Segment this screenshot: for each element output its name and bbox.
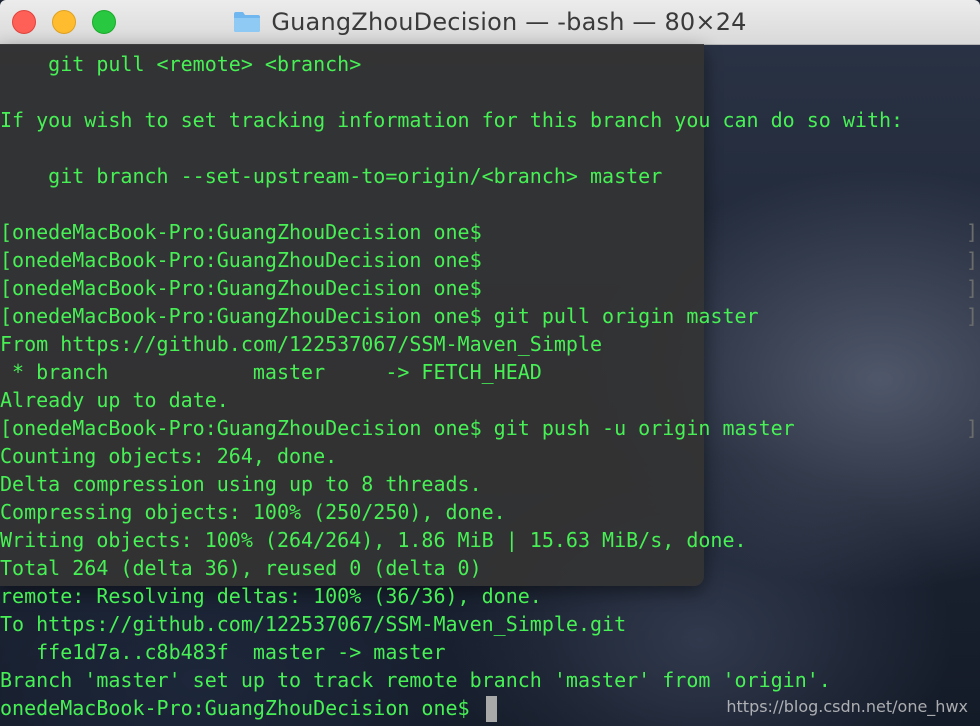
- terminal-prompt-line: [onedeMacBook-Pro:GuangZhouDecision one$…: [0, 304, 759, 328]
- terminal-line: Delta compression using up to 8 threads.: [0, 472, 482, 496]
- terminal-line: git pull <remote> <branch>: [0, 52, 362, 76]
- terminal-prompt-line: [onedeMacBook-Pro:GuangZhouDecision one$: [0, 248, 482, 272]
- line-bracket: ]: [966, 220, 979, 244]
- zoom-button[interactable]: [92, 10, 116, 34]
- close-button[interactable]: [12, 10, 36, 34]
- line-bracket: ]: [966, 248, 979, 272]
- terminal-prompt-line: [onedeMacBook-Pro:GuangZhouDecision one$: [0, 276, 482, 300]
- terminal-line: ffe1d7a..c8b483f master -> master: [0, 640, 446, 664]
- watermark: https://blog.csdn.net/one_hwx: [726, 697, 968, 716]
- line-bracket: ]: [966, 416, 979, 440]
- minimize-button[interactable]: [52, 10, 76, 34]
- terminal-line: If you wish to set tracking information …: [0, 108, 904, 132]
- text-cursor: [486, 696, 497, 722]
- terminal-line: Total 264 (delta 36), reused 0 (delta 0): [0, 556, 482, 580]
- terminal-line: Writing objects: 100% (264/264), 1.86 Mi…: [0, 528, 747, 552]
- terminal-line: * branch master -> FETCH_HEAD: [0, 360, 542, 384]
- line-bracket: ]: [966, 276, 979, 300]
- line-bracket: ]: [966, 304, 979, 328]
- folder-icon: [234, 12, 261, 32]
- title-bar[interactable]: GuangZhouDecision — -bash — 80×24: [0, 0, 980, 45]
- terminal-prompt-line: [onedeMacBook-Pro:GuangZhouDecision one$…: [0, 416, 795, 440]
- terminal-line: From https://github.com/122537067/SSM-Ma…: [0, 332, 603, 356]
- window-title: GuangZhouDecision — -bash — 80×24: [271, 8, 747, 36]
- terminal-line: Branch 'master' set up to track remote b…: [0, 668, 831, 692]
- terminal-line: remote: Resolving deltas: 100% (36/36), …: [0, 584, 542, 608]
- terminal-line: Compressing objects: 100% (250/250), don…: [0, 500, 506, 524]
- terminal-output[interactable]: git pull <remote> <branch> If you wish t…: [0, 50, 980, 726]
- terminal-line: Counting objects: 264, done.: [0, 444, 338, 468]
- title-group: GuangZhouDecision — -bash — 80×24: [0, 0, 980, 44]
- terminal-window: GuangZhouDecision — -bash — 80×24 git pu…: [0, 0, 980, 726]
- terminal-line: Already up to date.: [0, 388, 229, 412]
- terminal-line: git branch --set-upstream-to=origin/<bra…: [0, 164, 663, 188]
- terminal-line: To https://github.com/122537067/SSM-Mave…: [0, 612, 627, 636]
- terminal-prompt-line: [onedeMacBook-Pro:GuangZhouDecision one$: [0, 220, 482, 244]
